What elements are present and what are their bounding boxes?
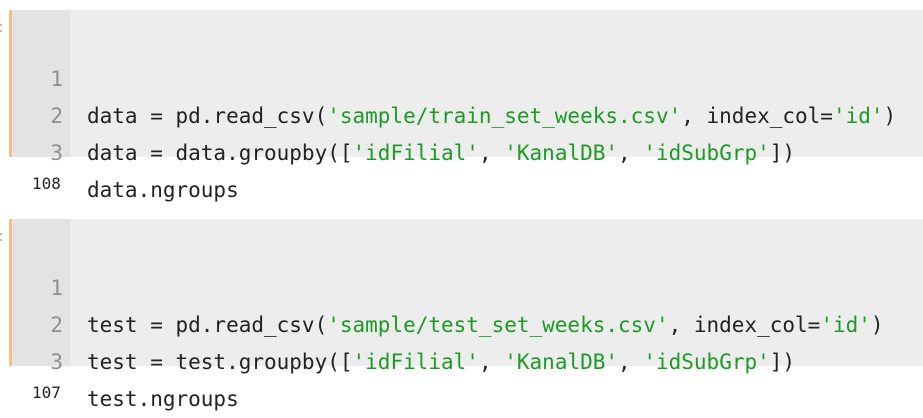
cell-collapse-handle[interactable] — [0, 10, 3, 157]
code-line[interactable]: 3 test.ngroups — [12, 307, 923, 411]
code-line[interactable]: 3 data.ngroups — [12, 98, 923, 202]
notebook-page: 1 data = pd.read_csv('sample/train_set_w… — [0, 0, 923, 418]
code-text: data.ngroups — [87, 178, 239, 202]
code-input-area[interactable]: 1 data = pd.read_csv('sample/train_set_w… — [9, 10, 923, 202]
cell-collapse-handle[interactable] — [0, 219, 3, 366]
code-line[interactable]: 2 test = test.groupby(['idFilial', 'Kana… — [12, 270, 923, 374]
code-input-area[interactable]: 1 test = pd.read_csv('sample/test_set_we… — [9, 219, 923, 411]
line-number: 3 — [50, 350, 63, 374]
code-line[interactable]: 2 data = data.groupby(['idFilial', 'Kana… — [12, 61, 923, 165]
code-text: test.ngroups — [87, 387, 239, 411]
line-number: 3 — [50, 141, 63, 165]
code-text: test = test.groupby(['idFilial', 'KanalD… — [87, 350, 796, 374]
code-line[interactable]: 1 data = pd.read_csv('sample/train_set_w… — [12, 24, 923, 128]
code-line[interactable]: 1 test = pd.read_csv('sample/test_set_we… — [12, 233, 923, 337]
cell-output: 108 — [32, 174, 61, 193]
code-text: data = data.groupby(['idFilial', 'KanalD… — [87, 141, 796, 165]
cell-output: 107 — [32, 383, 61, 402]
